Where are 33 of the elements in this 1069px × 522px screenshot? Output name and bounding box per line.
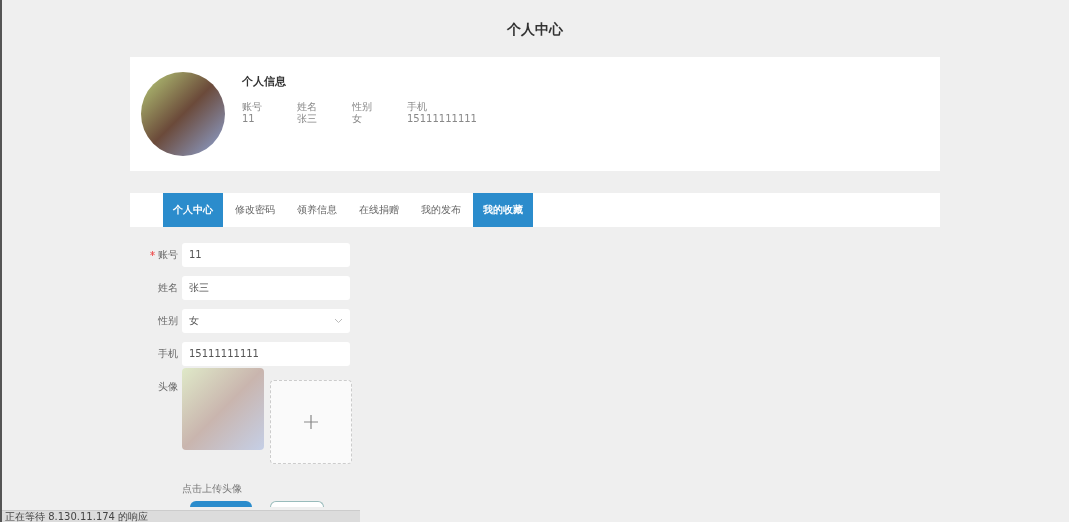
- upload-button[interactable]: [270, 380, 352, 464]
- tab[interactable]: 领养信息: [287, 193, 347, 227]
- profile-heading: 个人信息: [242, 74, 287, 89]
- info-value: 15111111111: [407, 113, 478, 125]
- info-label: 手机: [407, 101, 428, 113]
- status-bar: 正在等待 8.130.11.174 的响应: [2, 510, 360, 522]
- cancel-button[interactable]: [270, 501, 324, 507]
- info-label: 账号: [242, 101, 263, 113]
- tab[interactable]: 在线捐赠: [349, 193, 409, 227]
- field-label: 头像: [158, 381, 178, 392]
- field-label: 手机: [158, 348, 178, 359]
- field-label: 姓名: [158, 282, 178, 293]
- submit-button[interactable]: [190, 501, 252, 507]
- upload-hint: 点击上传头像: [182, 482, 243, 496]
- tab[interactable]: 我的收藏: [473, 193, 533, 227]
- required-asterisk-icon: [150, 251, 155, 256]
- info-label: 性别: [352, 101, 373, 113]
- plus-icon: [304, 415, 318, 429]
- input-field[interactable]: 张三: [182, 276, 350, 300]
- input-field[interactable]: 11: [182, 243, 350, 267]
- field-label: 性别: [158, 315, 178, 326]
- input-field[interactable]: 15111111111: [182, 342, 350, 366]
- field-label: 账号: [158, 249, 178, 260]
- select-field[interactable]: 女: [182, 309, 350, 333]
- tab[interactable]: 我的发布: [411, 193, 471, 227]
- info-value: 女: [352, 113, 363, 125]
- tab[interactable]: 个人中心: [163, 193, 223, 227]
- tab[interactable]: 修改密码: [225, 193, 285, 227]
- page-title: 个人中心: [505, 20, 564, 37]
- info-label: 姓名: [297, 101, 318, 113]
- info-value: 张三: [297, 113, 318, 125]
- info-value: 11: [242, 113, 256, 125]
- chevron-down-icon: [334, 318, 343, 324]
